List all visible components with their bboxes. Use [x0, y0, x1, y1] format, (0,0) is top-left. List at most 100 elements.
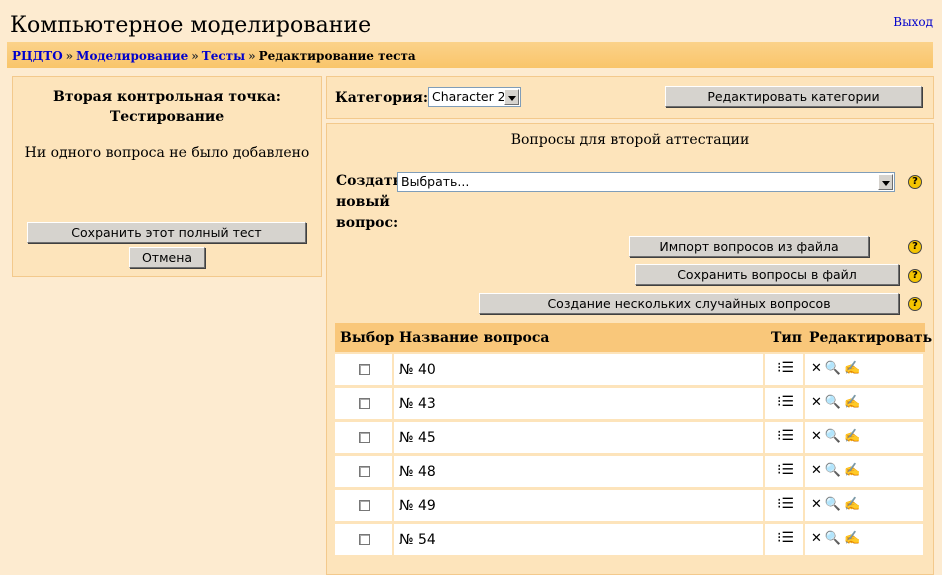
- import-questions-button[interactable]: Импорт вопросов из файла: [629, 236, 869, 257]
- name-cell: № 48: [394, 456, 763, 487]
- select-cell: [335, 388, 392, 419]
- question-checkbox[interactable]: [359, 398, 370, 409]
- question-checkbox[interactable]: [359, 364, 370, 375]
- table-header: Выбор Название вопроса Тип Редактировать: [335, 323, 932, 352]
- name-cell: № 54: [394, 524, 763, 555]
- type-cell: ⁝☰: [765, 456, 803, 487]
- select-cell: [335, 456, 392, 487]
- edit-cell: ✕ 🔍 ✍: [805, 422, 923, 453]
- breadcrumb-sep: »: [248, 49, 256, 63]
- table-row: № 48 ⁝☰ ✕ 🔍 ✍: [335, 456, 925, 488]
- breadcrumb-current: Редактирование теста: [258, 49, 416, 63]
- question-name: № 48: [399, 464, 436, 480]
- breadcrumb-course[interactable]: Моделирование: [76, 49, 188, 63]
- edit-cell: ✕ 🔍 ✍: [805, 490, 923, 521]
- breadcrumb: РЦДТО» Моделирование» Тесты» Редактирование…: [12, 49, 416, 63]
- edit-cell: ✕ 🔍 ✍: [805, 524, 923, 555]
- col-name: Название вопроса: [399, 330, 550, 346]
- table-row: № 54 ⁝☰ ✕ 🔍 ✍: [335, 524, 925, 556]
- chevron-down-icon[interactable]: [878, 174, 893, 190]
- random-questions-button[interactable]: Создание нескольких случайных вопросов: [479, 293, 899, 314]
- page-header: Компьютерное моделирование Выход: [0, 0, 942, 42]
- question-checkbox[interactable]: [359, 432, 370, 443]
- type-cell: ⁝☰: [765, 388, 803, 419]
- select-cell: [335, 490, 392, 521]
- breadcrumb-sep: »: [191, 49, 199, 63]
- preview-icon[interactable]: 🔍: [825, 395, 841, 410]
- delete-icon[interactable]: ✕: [811, 361, 822, 376]
- question-checkbox[interactable]: [359, 466, 370, 477]
- preview-icon[interactable]: 🔍: [825, 429, 841, 444]
- questions-panel: Вопросы для второй аттестации Создать но…: [326, 123, 934, 575]
- multichoice-type-icon: ⁝☰: [777, 394, 795, 410]
- site-title: Компьютерное моделирование: [10, 13, 372, 38]
- export-questions-button[interactable]: Сохранить вопросы в файл: [635, 264, 899, 285]
- category-label: Категория:: [335, 90, 428, 106]
- edit-cell: ✕ 🔍 ✍: [805, 456, 923, 487]
- help-icon[interactable]: ?: [908, 297, 922, 311]
- edit-categories-button[interactable]: Редактировать категории: [665, 86, 922, 107]
- breadcrumb-sep: »: [65, 49, 74, 63]
- delete-icon[interactable]: ✕: [811, 395, 822, 410]
- breadcrumb-home[interactable]: РЦДТО: [12, 49, 63, 63]
- edit-icon[interactable]: ✍: [844, 531, 860, 546]
- preview-icon[interactable]: 🔍: [825, 361, 841, 376]
- edit-actions: ✕ 🔍 ✍: [811, 497, 863, 512]
- edit-icon[interactable]: ✍: [844, 429, 860, 444]
- edit-actions: ✕ 🔍 ✍: [811, 395, 863, 410]
- edit-actions: ✕ 🔍 ✍: [811, 531, 863, 546]
- quiz-title: Вторая контрольная точка: Тестирование: [13, 87, 321, 127]
- type-cell: ⁝☰: [765, 422, 803, 453]
- questions-title: Вопросы для второй аттестации: [510, 132, 750, 148]
- edit-cell: ✕ 🔍 ✍: [805, 388, 923, 419]
- help-icon[interactable]: ?: [908, 240, 922, 254]
- create-question-label: Создать новый вопрос:: [336, 171, 402, 234]
- delete-icon[interactable]: ✕: [811, 531, 822, 546]
- table-row: № 49 ⁝☰ ✕ 🔍 ✍: [335, 490, 925, 522]
- edit-cell: ✕ 🔍 ✍: [805, 354, 923, 385]
- question-checkbox[interactable]: [359, 534, 370, 545]
- preview-icon[interactable]: 🔍: [825, 463, 841, 478]
- multichoice-type-icon: ⁝☰: [777, 496, 795, 512]
- create-label-line2: новый: [336, 194, 390, 210]
- edit-icon[interactable]: ✍: [844, 497, 860, 512]
- multichoice-type-icon: ⁝☰: [777, 428, 795, 444]
- edit-icon[interactable]: ✍: [844, 395, 860, 410]
- edit-icon[interactable]: ✍: [844, 463, 860, 478]
- delete-icon[interactable]: ✕: [811, 463, 822, 478]
- preview-icon[interactable]: 🔍: [825, 497, 841, 512]
- col-type: Тип: [771, 330, 803, 346]
- help-icon[interactable]: ?: [908, 269, 922, 283]
- table-row: № 45 ⁝☰ ✕ 🔍 ✍: [335, 422, 925, 454]
- create-question-select[interactable]: Выбрать...: [397, 172, 895, 192]
- question-name: № 40: [399, 362, 436, 378]
- multichoice-type-icon: ⁝☰: [777, 530, 795, 546]
- save-quiz-button[interactable]: Сохранить этот полный тест: [27, 222, 306, 243]
- cancel-button[interactable]: Отмена: [129, 247, 205, 268]
- question-checkbox[interactable]: [359, 500, 370, 511]
- question-name: № 54: [399, 532, 436, 548]
- edit-icon[interactable]: ✍: [844, 361, 860, 376]
- delete-icon[interactable]: ✕: [811, 429, 822, 444]
- edit-actions: ✕ 🔍 ✍: [811, 429, 863, 444]
- category-panel: Категория: Character 2 Редактировать кат…: [326, 76, 934, 119]
- multichoice-type-icon: ⁝☰: [777, 360, 795, 376]
- chevron-down-icon[interactable]: [504, 89, 519, 105]
- logout-link[interactable]: Выход: [893, 15, 933, 29]
- question-name: № 45: [399, 430, 436, 446]
- category-select[interactable]: Character 2: [428, 87, 521, 107]
- multichoice-type-icon: ⁝☰: [777, 462, 795, 478]
- type-cell: ⁝☰: [765, 490, 803, 521]
- type-cell: ⁝☰: [765, 354, 803, 385]
- name-cell: № 49: [394, 490, 763, 521]
- question-name: № 49: [399, 498, 436, 514]
- edit-actions: ✕ 🔍 ✍: [811, 463, 863, 478]
- select-cell: [335, 524, 392, 555]
- category-select-value: Character 2: [432, 89, 506, 104]
- help-icon[interactable]: ?: [908, 175, 922, 189]
- delete-icon[interactable]: ✕: [811, 497, 822, 512]
- table-row: № 43 ⁝☰ ✕ 🔍 ✍: [335, 388, 925, 420]
- breadcrumb-tests[interactable]: Тесты: [202, 49, 245, 63]
- quiz-title-line1: Вторая контрольная точка:: [53, 89, 281, 105]
- preview-icon[interactable]: 🔍: [825, 531, 841, 546]
